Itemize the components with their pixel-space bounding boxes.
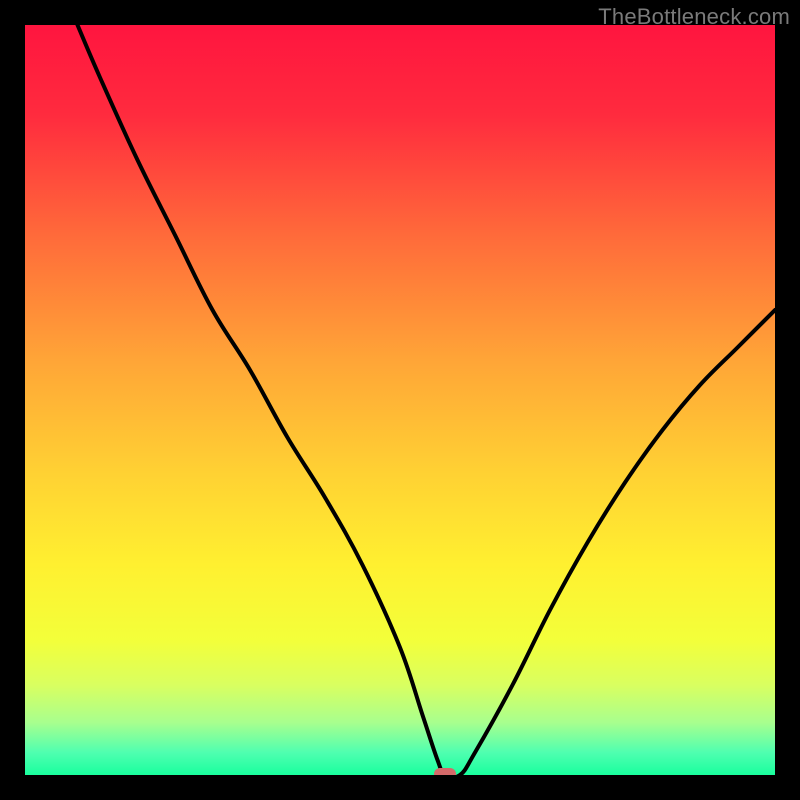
plot-background <box>25 25 775 775</box>
watermark-text: TheBottleneck.com <box>598 4 790 30</box>
minimum-indicator <box>434 768 456 780</box>
chart-frame: TheBottleneck.com <box>0 0 800 800</box>
bottleneck-chart <box>0 0 800 800</box>
